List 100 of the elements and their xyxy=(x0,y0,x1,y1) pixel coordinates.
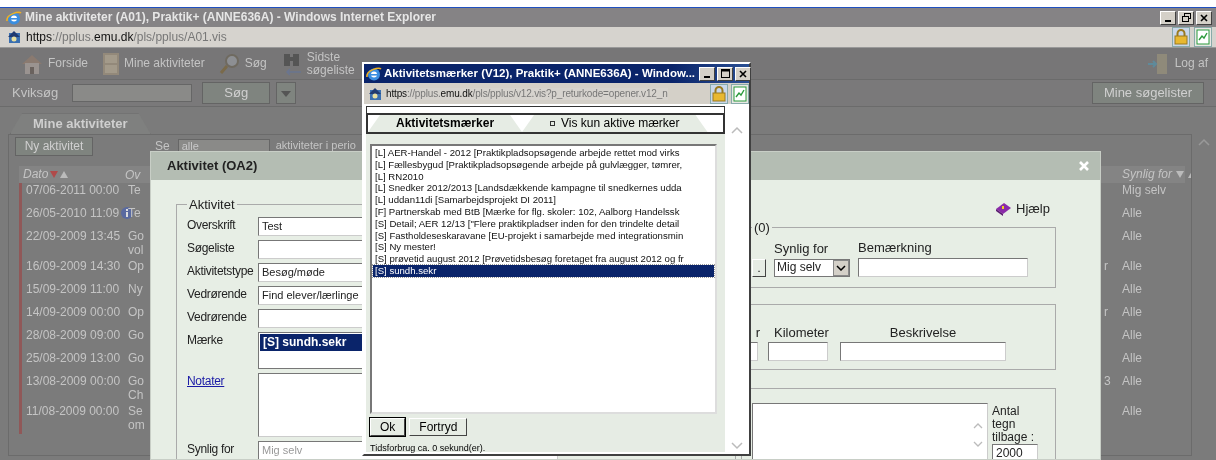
field-label: Kviksøg xyxy=(12,85,59,101)
input-field[interactable] xyxy=(768,342,828,362)
table-cell: Go vol xyxy=(128,229,144,257)
field-label: Synlig for xyxy=(187,441,236,457)
field-label: Søgeliste xyxy=(187,240,236,256)
minimize-button[interactable] xyxy=(1160,10,1176,25)
table-cell: r xyxy=(1104,259,1108,273)
list-option[interactable]: [S] sundh.sekr xyxy=(373,264,714,277)
caret-icon xyxy=(280,89,293,98)
field-label: Mærke xyxy=(187,332,224,348)
field-label: Beskrivelse xyxy=(888,324,958,341)
list-option[interactable]: [S] Detail; AER 12/13 ["Flere praktikpladser inden for den trindelte detail xyxy=(373,217,714,230)
table-cell-text: Alle xyxy=(1122,229,1143,244)
field-label: Bemærkning xyxy=(858,240,933,256)
search-field[interactable] xyxy=(72,84,193,102)
table-cell-text: Alle xyxy=(1122,259,1143,274)
ie-logo-icon xyxy=(366,65,382,82)
field-label: r xyxy=(754,324,760,341)
ok-button[interactable]: Ok xyxy=(370,418,406,437)
ie-logo-icon xyxy=(6,9,22,26)
scroll-up-icon xyxy=(731,126,743,134)
section-legend: Aktivitet xyxy=(187,198,237,211)
tab[interactable]: Aktivitetsmærker xyxy=(368,115,523,132)
minimize-button[interactable] xyxy=(699,66,716,81)
counter-field[interactable]: 2000 xyxy=(992,444,1038,459)
list-option[interactable]: [L] AER-Handel - 2012 [Praktikpladsopsøgende arbejde rettet mod virks xyxy=(373,147,714,159)
close-button[interactable] xyxy=(1196,10,1212,25)
page-icon xyxy=(367,85,383,102)
table-cell: Te xyxy=(128,206,141,220)
date-cell: 22/09-2009 13:45 xyxy=(26,229,121,244)
field-label: Vedrørende xyxy=(187,309,248,325)
list-option[interactable]: [L] Fællesbygud [Praktikpladsopsøgende arbejde på gulvlægger, tømrer, xyxy=(373,158,714,171)
list-option[interactable]: [S] Fastholdeseskaravane [EU-projekt i samarbejde med integrationsmin xyxy=(373,229,714,242)
input-field[interactable] xyxy=(840,342,1006,362)
table-cell-text: Alle xyxy=(1122,206,1143,221)
date-cell: 26/05-2010 11:09 xyxy=(26,206,120,221)
report-icon xyxy=(733,85,747,102)
field-label: Kilometer xyxy=(774,324,828,341)
text-area[interactable] xyxy=(752,403,988,459)
maximize-button[interactable] xyxy=(717,66,734,81)
table-cell-text: Alle xyxy=(1122,404,1143,419)
lock-icon xyxy=(712,85,726,102)
table-cell: Se om xyxy=(128,404,145,432)
sort-desc-icon xyxy=(50,171,59,178)
counter-label: Antal tegn tilbage : xyxy=(992,405,1036,445)
date-cell: 28/08-2009 09:00 xyxy=(26,328,121,343)
field-label: Vedrørende xyxy=(187,286,248,302)
tab[interactable]: Vis kun aktive mærker xyxy=(522,115,708,132)
page-icon xyxy=(6,29,22,45)
date-cell: 07/06-2011 00:00 xyxy=(26,183,120,198)
list-option[interactable]: [S] prøvetid august 2012 [Prøvetidsbesøg foretaget fra august 2012 og fr xyxy=(373,253,714,265)
date-cell: 25/08-2009 13:00 xyxy=(26,351,121,366)
window-title: Mine aktiviteter (A01), Praktik+ (ANNE636A) - Windows Internet Explorer xyxy=(25,10,436,25)
table-cell: Go xyxy=(128,351,144,365)
bullet-icon xyxy=(550,121,556,126)
magnifier-icon xyxy=(218,52,241,75)
list-option[interactable]: [F] Partnerskab med BtB [Mærke for flg. skoler: 102, Aalborg Handelssk xyxy=(373,206,714,218)
date-cell: 16/09-2009 14:30 xyxy=(26,259,121,274)
date-cell: 11/08-2009 00:00 xyxy=(26,404,120,419)
report-icon xyxy=(1196,29,1210,45)
address-text[interactable]: https://pplus.emu.dk/pls/pplus/A01.vis xyxy=(26,29,227,45)
dialog-title: Aktivitet (OA2) xyxy=(167,158,258,174)
section-legend: (0) xyxy=(752,221,772,234)
filter-label: Se xyxy=(155,138,170,154)
scroll-down-icon xyxy=(731,442,743,450)
notes-link[interactable]: Notater xyxy=(187,373,258,389)
cancel-button[interactable]: Fortryd xyxy=(409,418,468,437)
browse-button[interactable]: . xyxy=(752,258,766,277)
input-field[interactable] xyxy=(858,257,1028,277)
cabinet-icon xyxy=(102,51,120,76)
table-cell: r xyxy=(1104,305,1108,319)
table-cell-text: Alle xyxy=(1122,351,1143,366)
date-cell: 13/08-2009 00:00 xyxy=(26,374,121,389)
list-option[interactable]: [S] Ny mester! xyxy=(373,241,714,254)
table-cell-text: Alle xyxy=(1122,282,1143,297)
table-cell-text: Alle xyxy=(1122,328,1143,343)
close-button[interactable] xyxy=(735,66,752,81)
list-option[interactable]: [L] Snedker 2012/2013 [Landsdækkende kampagne til snedkernes udda xyxy=(373,182,714,195)
close-icon xyxy=(739,69,748,78)
restore-icon xyxy=(1181,13,1191,22)
scroll-up-icon xyxy=(1198,138,1210,146)
field-label: Synlig for xyxy=(774,241,830,257)
table-cell: Op xyxy=(128,305,144,319)
chevron-down-icon xyxy=(836,264,846,271)
window-title: Aktivitetsmærker (V12), Praktik+ (ANNE636A) - Window... xyxy=(384,66,696,81)
help-link[interactable]: Hjælp xyxy=(994,201,1050,217)
list-option[interactable]: [L] uddan11di [Samarbejdsprojekt DI 2011] xyxy=(373,194,714,206)
date-cell: 14/09-2009 00:00 xyxy=(26,305,121,320)
table-cell-text: Alle xyxy=(1122,305,1143,320)
table-cell: Go Ch xyxy=(128,374,144,402)
book-icon xyxy=(994,201,1013,217)
table-cell: 3 xyxy=(1104,374,1111,388)
status-text: Tidsforbrug ca. 0 sekund(er). xyxy=(370,443,487,455)
list-box[interactable] xyxy=(370,144,717,414)
restore-button[interactable] xyxy=(1178,10,1194,25)
minimize-icon xyxy=(704,75,711,78)
scroll-down-icon xyxy=(973,441,983,448)
select-field[interactable]: Mig selv xyxy=(774,258,850,277)
table-cell: Op xyxy=(128,259,144,273)
list-option[interactable]: [L] RN2010 xyxy=(373,170,714,183)
